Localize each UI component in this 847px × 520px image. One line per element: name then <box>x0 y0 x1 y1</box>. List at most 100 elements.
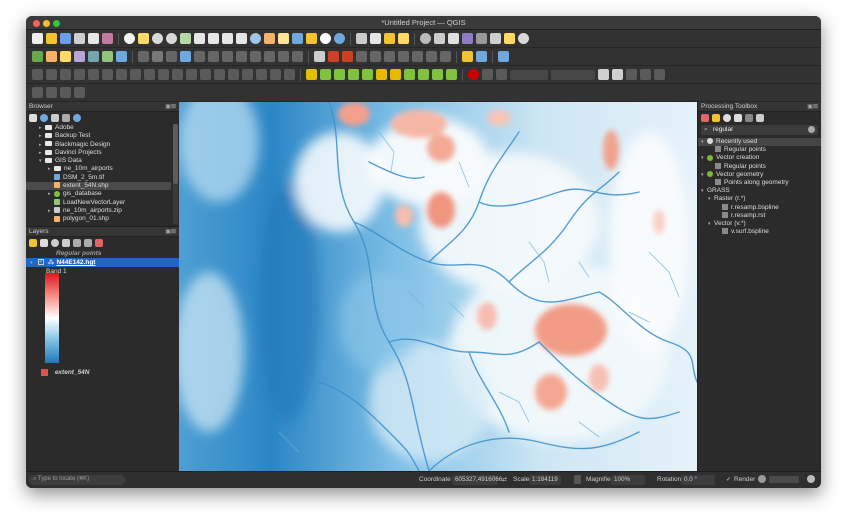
processing-item[interactable]: r.resamp.rst <box>698 212 821 220</box>
cut-features-icon[interactable] <box>236 51 247 62</box>
toggle-editing-icon[interactable] <box>152 51 163 62</box>
magnifier-field[interactable]: 100% <box>611 475 645 485</box>
vertex-editor-icon[interactable] <box>390 69 401 80</box>
browser-item[interactable]: ▸ Davinci Projects <box>26 149 171 157</box>
browser-item[interactable]: ▸ ne_10m_airports.zip <box>26 207 171 215</box>
panel-controls-icon[interactable]: ▣⊠ <box>165 228 176 235</box>
open-project-icon[interactable] <box>46 33 57 44</box>
new-temporary-layer-icon[interactable] <box>102 51 113 62</box>
zoom-full-icon[interactable] <box>180 33 191 44</box>
split-parts-icon[interactable] <box>270 69 281 80</box>
expand-icon[interactable]: ▾ <box>30 259 36 268</box>
filter-icon[interactable] <box>51 113 59 122</box>
browser-item[interactable]: extent_54N.shp <box>26 182 171 191</box>
statistics-icon[interactable] <box>434 33 445 44</box>
annotation-form-icon[interactable] <box>446 69 457 80</box>
map-canvas[interactable] <box>179 102 697 471</box>
new-geopackage-layer-icon[interactable] <box>46 51 57 62</box>
deselect-icon[interactable] <box>398 33 409 44</box>
zoom-in-icon[interactable] <box>152 33 163 44</box>
pan-to-selection-icon[interactable] <box>138 33 149 44</box>
select-feature-icon[interactable] <box>32 87 43 98</box>
python-console-icon[interactable] <box>462 33 473 44</box>
new-map-view-icon[interactable] <box>264 33 275 44</box>
redo-icon[interactable] <box>292 51 303 62</box>
crs-icon[interactable] <box>758 475 766 483</box>
zoom-out-icon[interactable] <box>166 33 177 44</box>
ellipse-tool-icon[interactable] <box>348 69 359 80</box>
scale-field[interactable]: 1:184119 <box>529 475 561 485</box>
snapping-icon[interactable] <box>32 69 43 80</box>
attributes-form-icon[interactable] <box>306 69 317 80</box>
messages-icon[interactable] <box>807 475 815 483</box>
processing-item[interactable]: ▾ GRASS <box>698 187 821 195</box>
delete-ring-icon[interactable] <box>172 69 183 80</box>
current-edits-icon[interactable] <box>138 51 149 62</box>
collapse-all-icon[interactable] <box>62 113 70 122</box>
move-feature-icon[interactable] <box>74 69 85 80</box>
add-layer-icon[interactable] <box>29 113 37 122</box>
save-edits-icon[interactable] <box>166 51 177 62</box>
attribute-table-icon[interactable] <box>476 33 487 44</box>
locator-search[interactable]: ⌕ Type to locate (⌘K) <box>29 475 125 485</box>
select-by-value-icon[interactable] <box>384 33 395 44</box>
line-width-field[interactable] <box>551 69 595 80</box>
rectangle-tool-icon[interactable] <box>362 69 373 80</box>
browser-item[interactable]: ▸ Blackmagic Design <box>26 141 171 149</box>
regular-polygon-icon[interactable] <box>376 69 387 80</box>
show-hide-labels-icon[interactable] <box>342 51 353 62</box>
scripts-icon[interactable] <box>712 113 720 122</box>
change-label-icon[interactable] <box>384 51 395 62</box>
show-bookmarks-icon[interactable] <box>306 33 317 44</box>
processing-search-input[interactable]: regular <box>713 126 733 133</box>
rotate-label-icon[interactable] <box>370 51 381 62</box>
new-spatialite-layer-icon[interactable] <box>74 51 85 62</box>
processing-item[interactable]: r.resamp.bspline <box>698 204 821 212</box>
gps-icon[interactable] <box>482 69 493 80</box>
annotation-svg-icon[interactable] <box>432 69 443 80</box>
intersect-tool-icon[interactable] <box>640 69 651 80</box>
zoom-selection-icon[interactable] <box>208 33 219 44</box>
new-virtual-layer-icon[interactable] <box>88 51 99 62</box>
layer-extent[interactable]: extent_54N <box>41 368 90 377</box>
select-by-area-icon[interactable] <box>370 33 381 44</box>
rotation-field[interactable]: 0.0 ° <box>681 475 715 485</box>
layout-manager-icon[interactable] <box>102 33 113 44</box>
processing-item[interactable]: Points along geometry <box>698 179 821 187</box>
cross-tool-icon[interactable] <box>626 69 637 80</box>
models-icon[interactable] <box>701 113 709 122</box>
callout-tool-icon[interactable] <box>426 51 437 62</box>
annotation-text-icon[interactable] <box>404 69 415 80</box>
diagram-tool-icon[interactable] <box>412 51 423 62</box>
fill-ring-icon[interactable] <box>158 69 169 80</box>
delete-part-icon[interactable] <box>186 69 197 80</box>
crs-field[interactable] <box>769 476 799 483</box>
union-tool-icon[interactable] <box>654 69 665 80</box>
layer-visibility-checkbox[interactable]: ✓ <box>37 259 44 266</box>
auxiliary-storage-icon[interactable] <box>440 51 451 62</box>
save-as-icon[interactable] <box>74 33 85 44</box>
processing-item[interactable]: Regular points <box>698 146 821 154</box>
add-raster-layer-icon[interactable] <box>116 51 127 62</box>
measure-line-icon[interactable] <box>490 33 501 44</box>
browser-item[interactable]: ▸ Adobe <box>26 124 171 132</box>
processing-item[interactable]: Regular points <box>698 163 821 171</box>
fork-tool-icon[interactable] <box>612 69 623 80</box>
processing-search-field[interactable]: ⌕ regular <box>701 125 818 135</box>
save-project-icon[interactable] <box>60 33 71 44</box>
coordinate-toggle-icon[interactable]: ⇄ <box>502 476 507 483</box>
bookmark-icon[interactable] <box>292 33 303 44</box>
map-tips-icon[interactable] <box>504 33 515 44</box>
browser-item[interactable]: LoadNewVectorLayer <box>26 199 171 207</box>
scale-feature-icon[interactable] <box>102 69 113 80</box>
select-radius-icon[interactable] <box>74 87 85 98</box>
field-calculator-icon[interactable] <box>448 33 459 44</box>
help-icon[interactable] <box>498 51 509 62</box>
processing-item[interactable]: ▾ Vector creation <box>698 154 821 162</box>
render-checkbox[interactable]: ✓ <box>726 476 731 483</box>
move-label-icon[interactable] <box>356 51 367 62</box>
expand-all-icon[interactable] <box>73 238 81 247</box>
temporal-controller-icon[interactable] <box>320 33 331 44</box>
copy-features-icon[interactable] <box>250 51 261 62</box>
style-layer-icon[interactable] <box>29 238 37 247</box>
